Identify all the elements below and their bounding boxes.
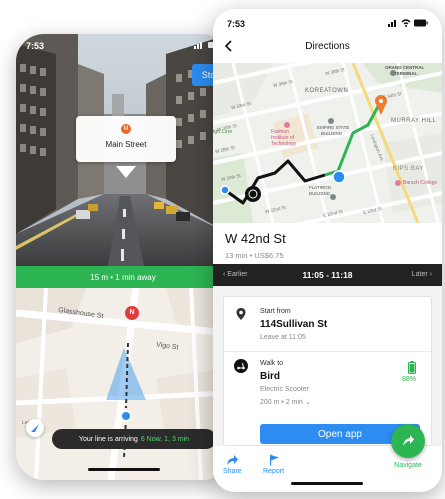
step-label: Start from bbox=[260, 308, 291, 315]
step-duration[interactable]: 200 m • 2 min ⌄ bbox=[260, 398, 311, 406]
chevron-down-icon: ⌄ bbox=[304, 399, 311, 406]
step-title: 114Sullivan St bbox=[260, 319, 328, 330]
arrival-toast: Your line is arriving 6 Now, 1, 3 min bbox=[52, 429, 216, 449]
later-label: Later bbox=[411, 271, 428, 278]
pin-icon bbox=[236, 308, 246, 320]
ar-camera-view: 7:53 Stop M Main Street bbox=[16, 34, 230, 266]
ar-navigation-phone: 7:53 Stop M Main Street 15 m • 1 min awa… bbox=[16, 34, 230, 480]
compass-icon bbox=[31, 424, 39, 432]
navigate-arrow-icon bbox=[403, 435, 414, 446]
distance-bar: 15 m • 1 min away bbox=[16, 266, 230, 288]
map-label: FLATIRON bbox=[309, 185, 331, 190]
navigate-button[interactable] bbox=[391, 424, 425, 458]
steps-area: Start from 114Sullivan St Leave at 11:05… bbox=[213, 286, 442, 446]
metro-pin-icon: M bbox=[121, 124, 131, 134]
flag-icon bbox=[269, 454, 279, 466]
destination-title: W 42nd St bbox=[225, 231, 286, 246]
status-icons bbox=[388, 19, 428, 27]
status-time: 7:53 bbox=[227, 19, 246, 29]
map-label: KOREATOWN bbox=[305, 88, 349, 94]
battery-percent: 88% bbox=[402, 376, 417, 383]
map-label: GRAND CENTRAL bbox=[385, 65, 425, 70]
route-map[interactable]: KOREATOWN GRAND CENTRAL TERMINAL MURRAY … bbox=[213, 63, 442, 223]
map-label: BUILDING bbox=[309, 191, 331, 196]
map-label: Technology bbox=[271, 141, 297, 147]
time-range: 11:05 - 11:18 bbox=[302, 270, 353, 280]
battery-level-icon bbox=[408, 361, 416, 374]
status-time: 7:53 bbox=[26, 41, 45, 51]
map-label: EMPIRE STATE bbox=[317, 125, 350, 130]
map-label: Baruch College bbox=[403, 180, 438, 186]
destination-marker: N bbox=[125, 306, 139, 320]
step-meta: Leave at 11:05 bbox=[260, 334, 306, 341]
home-indicator bbox=[291, 482, 363, 485]
share-icon bbox=[227, 455, 239, 465]
stop-name: Main Street bbox=[105, 140, 147, 149]
mini-map[interactable]: Glasshouse St Vigo St Legal N bbox=[16, 288, 230, 480]
page-title: Directions bbox=[305, 41, 350, 52]
ar-stop-card[interactable]: M Main Street bbox=[76, 116, 176, 162]
divider bbox=[224, 351, 431, 352]
map-label: KIPS BAY bbox=[393, 166, 424, 172]
later-button[interactable]: Later › bbox=[412, 271, 432, 278]
home-indicator bbox=[88, 468, 160, 471]
route-summary: 13 min • US$6.75 bbox=[225, 251, 284, 260]
steps-card: Start from 114Sullivan St Leave at 11:05… bbox=[223, 296, 432, 446]
compass-button[interactable] bbox=[26, 419, 44, 437]
header: Directions bbox=[213, 37, 442, 61]
navigate-label: Navigate bbox=[394, 462, 422, 469]
share-button[interactable]: Share bbox=[223, 454, 242, 475]
directions-phone: 7:53 Directions KOREATOWN GRAND CENTRAL … bbox=[213, 9, 442, 492]
map-label: BUILDING bbox=[321, 131, 343, 136]
scooter-icon bbox=[234, 359, 248, 373]
toast-text: Your line is arriving bbox=[78, 435, 138, 443]
step-meta: Electric Scooter bbox=[260, 386, 310, 393]
toast-arrival-times: 6 Now, 1, 3 min bbox=[140, 435, 190, 443]
map-label: TERMINAL bbox=[394, 71, 418, 76]
screenshot-stage: 7:53 Stop M Main Street 15 m • 1 min awa… bbox=[0, 0, 445, 499]
time-selector: ‹ Earlier 11:05 - 11:18 Later › bbox=[213, 264, 442, 286]
step-duration-text: 200 m • 2 min bbox=[260, 399, 303, 406]
signal-icon bbox=[388, 20, 396, 27]
map-label: MURRAY HILL bbox=[391, 118, 437, 124]
report-label: Report bbox=[263, 468, 285, 475]
step-label: Walk to bbox=[260, 360, 284, 367]
report-button[interactable]: Report bbox=[263, 454, 284, 475]
share-label: Share bbox=[223, 468, 242, 475]
wifi-icon bbox=[401, 19, 411, 27]
battery-icon bbox=[414, 19, 428, 27]
step-title: Bird bbox=[260, 371, 280, 382]
direction-arrow-icon bbox=[116, 166, 136, 178]
